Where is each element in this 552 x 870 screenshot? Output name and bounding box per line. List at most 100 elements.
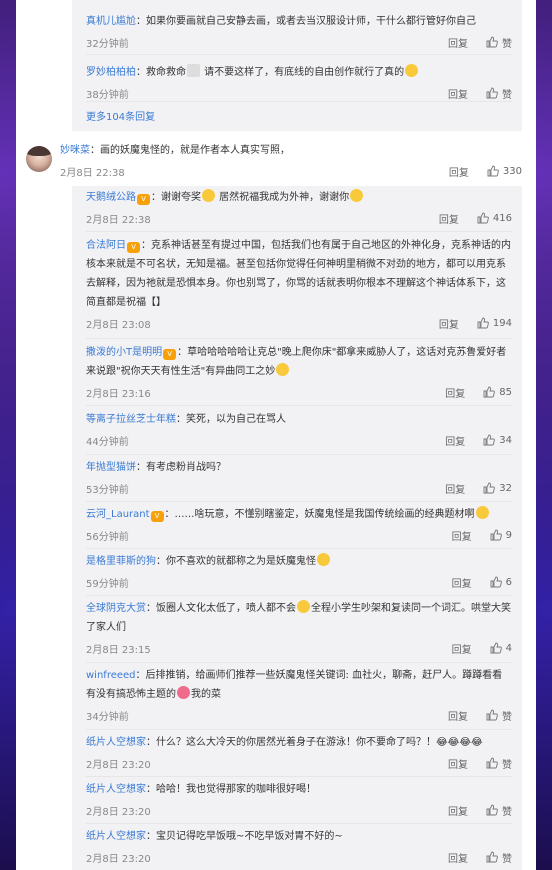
reply-button[interactable]: 回复: [439, 211, 459, 226]
reply-time: 2月8日 23:15: [86, 644, 151, 656]
like-button[interactable]: 34: [483, 434, 512, 446]
reply-text: ：如果你要画就自己安静去画，或者去当汉服设计师，干什么都行管好你自己: [136, 16, 476, 27]
like-count: 85: [499, 386, 512, 398]
comment-username[interactable]: 妙咪菜: [60, 145, 90, 156]
reply-time: 59分钟前: [86, 578, 129, 590]
like-button[interactable]: 赞: [486, 850, 512, 865]
reply-button[interactable]: 回复: [452, 528, 472, 543]
like-button[interactable]: 赞: [486, 803, 512, 818]
reply-button[interactable]: 回复: [452, 575, 472, 590]
emoji-icon: [177, 686, 190, 699]
like-button[interactable]: 赞: [486, 86, 512, 101]
reply-username[interactable]: 云河_Laurant: [86, 509, 150, 520]
avatar[interactable]: [26, 146, 52, 172]
reply-item: 年抛型猫饼：有考虑粉肖战吗？ 53分钟前 回复 32: [86, 458, 512, 499]
reply-button[interactable]: 回复: [448, 850, 468, 865]
thumbs-up-icon: [477, 317, 489, 329]
divider: [86, 823, 512, 824]
reply-button[interactable]: 回复: [452, 641, 472, 656]
reply-username[interactable]: 真机儿尴尬: [86, 16, 136, 27]
like-button[interactable]: 85: [483, 386, 512, 398]
reply-group: 天鹅绒公路 V ：谢谢夸奖 居然祝福我成为外神，谢谢你 2月8日 22:38 回复 41…: [72, 186, 522, 870]
reply-item: 纸片人空想家：哈哈！我也觉得那家的咖啡很好喝！ 2月8日 23:20 回复 赞: [86, 780, 512, 821]
reply-button[interactable]: 回复: [445, 481, 465, 496]
reply-username[interactable]: winfreeed: [86, 670, 136, 681]
reply-time: 38分钟前: [86, 89, 129, 101]
like-count: 416: [492, 212, 512, 224]
reply-time: 56分钟前: [86, 531, 129, 543]
like-button[interactable]: 9: [490, 529, 512, 541]
reply-button[interactable]: 回复: [448, 86, 468, 101]
reply-item: 罗妙柏柏柏：救命救命 请不要这样了，有底线的自由创作就行了真的 38分钟前 回复 赞: [86, 53, 512, 104]
divider: [86, 729, 512, 730]
reply-button[interactable]: 回复: [449, 164, 469, 179]
reply-button[interactable]: 回复: [448, 708, 468, 723]
reply-username[interactable]: 全球阴克大赏: [86, 603, 146, 614]
reply-username[interactable]: 纸片人空想家: [86, 784, 146, 795]
thumbs-up-icon: [483, 482, 496, 494]
reply-text: ：哈哈！我也觉得那家的咖啡很好喝！: [146, 784, 316, 795]
reply-text: 请不要这样了，有底线的自由创作就行了真的: [201, 67, 405, 78]
like-button[interactable]: 6: [490, 576, 512, 588]
main-comment: 妙咪菜：画的妖魔鬼怪的，就是作者本人真实写照， 2月8日 22:38 回复 330: [60, 141, 522, 182]
reply-time: 2月8日 23:20: [86, 759, 151, 771]
reply-button[interactable]: 回复: [445, 385, 465, 400]
like-button[interactable]: 194: [477, 317, 512, 329]
reply-button[interactable]: 回复: [448, 756, 468, 771]
thumbs-up-icon: [490, 529, 502, 541]
reply-time: 2月8日 23:08: [86, 319, 151, 331]
thumbs-up-icon: [477, 212, 489, 224]
more-replies-link[interactable]: 更多104条回复: [86, 108, 155, 123]
like-button[interactable]: 4: [490, 642, 512, 654]
divider: [86, 454, 512, 455]
thumbs-up-icon: [483, 386, 496, 398]
reply-text: ：笑死，以为自己在骂人: [176, 414, 286, 425]
emoji-icon: [297, 600, 310, 613]
like-button[interactable]: 赞: [486, 708, 512, 723]
reply-item: 天鹅绒公路 V ：谢谢夸奖 居然祝福我成为外神，谢谢你 2月8日 22:38 回复 41…: [86, 188, 512, 229]
reply-username[interactable]: 天鹅绒公路: [86, 192, 136, 203]
reply-item: 纸片人空想家：宝贝记得吃早饭哦~不吃早饭对胃不好的~ 2月8日 23:20 回复 赞: [86, 827, 512, 868]
reply-text: ：什么？这么大冷天的你居然光着身子在游泳！你不要命了吗？！😂😂😂😂: [146, 737, 483, 748]
emoji-icon: [202, 189, 215, 202]
comment-time: 2月8日 22:38: [60, 167, 125, 179]
reply-username[interactable]: 年抛型猫饼: [86, 462, 136, 473]
emoji-icon: [475, 506, 489, 519]
reply-text: ：饭圈人文化太低了，喷人都不会: [146, 603, 296, 614]
thumbs-up-icon: [486, 804, 498, 816]
like-button[interactable]: 赞: [486, 756, 512, 771]
reply-text: 我的菜: [191, 689, 221, 700]
like-button[interactable]: 赞: [486, 35, 512, 50]
like-button[interactable]: 32: [483, 482, 512, 494]
reply-time: 34分钟前: [86, 711, 129, 723]
thumbs-up-icon: [486, 851, 498, 863]
thumbs-up-icon: [486, 87, 498, 99]
reply-item: 等离子拉丝芝士年糕：笑死，以为自己在骂人 44分钟前 回复 34: [86, 410, 512, 451]
reply-item: 全球阴克大赏：饭圈人文化太低了，喷人都不会 全程小学生吵架和复读同一个词汇。哄堂大…: [86, 599, 512, 659]
divider: [86, 231, 512, 232]
reply-text: ：谢谢夸奖: [151, 192, 201, 203]
divider: [86, 501, 512, 502]
reply-username[interactable]: 纸片人空想家: [86, 737, 146, 748]
reply-button[interactable]: 回复: [439, 316, 459, 331]
reply-username[interactable]: 纸片人空想家: [86, 831, 146, 842]
reply-username[interactable]: 等离子拉丝芝士年糕: [86, 414, 176, 425]
reply-button[interactable]: 回复: [448, 803, 468, 818]
like-button[interactable]: 416: [477, 212, 512, 224]
reply-username[interactable]: 合法阿日: [86, 240, 126, 251]
emoji-icon: [317, 553, 330, 566]
divider: [86, 548, 512, 549]
emoji-icon: [350, 189, 364, 202]
level-badge-icon: V: [137, 194, 150, 205]
reply-username[interactable]: 是格里菲斯的狗: [86, 556, 156, 567]
emoji-icon: [187, 64, 200, 77]
reply-group-top: 真机儿尴尬：如果你要画就自己安静去画，或者去当汉服设计师，干什么都行管好你自己 …: [72, 0, 522, 131]
reply-time: 2月8日 22:38: [86, 214, 151, 226]
reply-username[interactable]: 撒泼的小T是明明: [86, 347, 162, 358]
reply-button[interactable]: 回复: [448, 35, 468, 50]
reply-username[interactable]: 罗妙柏柏柏: [86, 67, 136, 78]
reply-time: 32分钟前: [86, 38, 129, 50]
like-button[interactable]: 330: [487, 165, 522, 177]
reply-button[interactable]: 回复: [445, 433, 465, 448]
thumbs-up-icon: [486, 36, 498, 48]
